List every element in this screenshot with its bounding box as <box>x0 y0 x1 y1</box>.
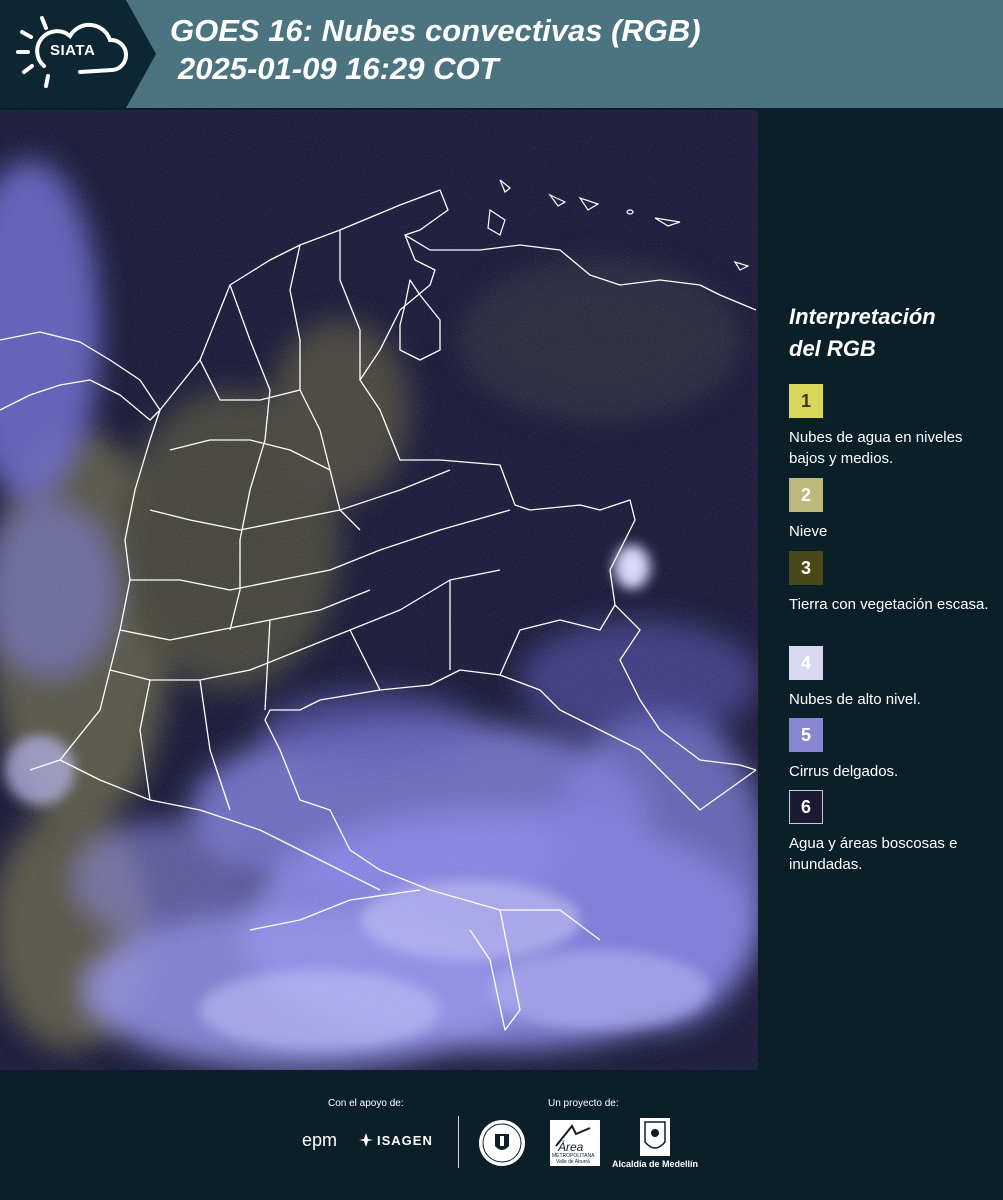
legend-swatch: 1 <box>789 384 823 418</box>
legend-label: Nieve <box>789 523 828 540</box>
isagen-logo: ISAGEN <box>377 1133 433 1148</box>
header: SIATA GOES 16: Nubes convectivas (RGB) 2… <box>0 0 1003 108</box>
legend-swatch: 6 <box>789 790 823 824</box>
legend-swatch: 5 <box>789 718 823 752</box>
legend-label: Agua y áreas boscosas e inundadas. <box>789 835 958 873</box>
title-timestamp: 2025-01-09 16:29 COT <box>178 51 499 86</box>
map-svg <box>0 110 758 1070</box>
alcaldia-label: Alcaldía de Medellín <box>612 1159 699 1169</box>
legend-swatch: 3 <box>789 551 823 585</box>
legend-swatch: 2 <box>789 478 823 512</box>
legend-item-1: 1 Nubes de agua en niveles bajos y medio… <box>789 384 989 469</box>
footer-divider <box>458 1116 459 1168</box>
alcaldia-shield-icon <box>640 1118 670 1156</box>
title-main: GOES 16: Nubes convectivas (RGB) <box>170 13 701 48</box>
legend-title: Interpretación del RGB <box>789 301 936 365</box>
legend-panel: Interpretación del RGB 1 Nubes de agua e… <box>758 110 1003 1070</box>
area-logo-sub2: Valle de Aburrá <box>556 1159 590 1165</box>
page-title: GOES 16: Nubes convectivas (RGB) 2025-01… <box>170 12 701 88</box>
siata-logo: SIATA <box>0 0 156 108</box>
legend-item-4: 4 Nubes de alto nivel. <box>789 646 989 710</box>
area-logo-text: Área <box>558 1140 584 1154</box>
isagen-icon <box>359 1133 373 1147</box>
legend-label: Tierra con vegetación escasa. <box>789 596 989 613</box>
medellin-seal-icon <box>479 1120 525 1166</box>
legend-item-5: 5 Cirrus delgados. <box>789 718 989 782</box>
satellite-map[interactable] <box>0 110 758 1070</box>
legend-title-line1: Interpretación <box>789 304 936 329</box>
epm-logo: epm <box>302 1130 338 1150</box>
legend-label: Cirrus delgados. <box>789 763 899 780</box>
legend-item-2: 2 Nieve <box>789 478 989 542</box>
legend-label: Nubes de agua en niveles bajos y medios. <box>789 429 963 467</box>
support-label: Con el apoyo de: <box>328 1098 404 1109</box>
legend-item-6: 6 Agua y áreas boscosas e inundadas. <box>789 790 989 875</box>
legend-swatch: 4 <box>789 646 823 680</box>
footer: Con el apoyo de: Un proyecto de: epm ISA… <box>0 1070 1003 1200</box>
legend-title-line2: del RGB <box>789 336 876 361</box>
legend-item-3: 3 Tierra con vegetación escasa. <box>789 551 989 615</box>
logo-text: SIATA <box>50 42 96 59</box>
texture-overlay <box>0 110 758 1070</box>
legend-label: Nubes de alto nivel. <box>789 691 921 708</box>
project-label: Un proyecto de: <box>548 1098 619 1109</box>
